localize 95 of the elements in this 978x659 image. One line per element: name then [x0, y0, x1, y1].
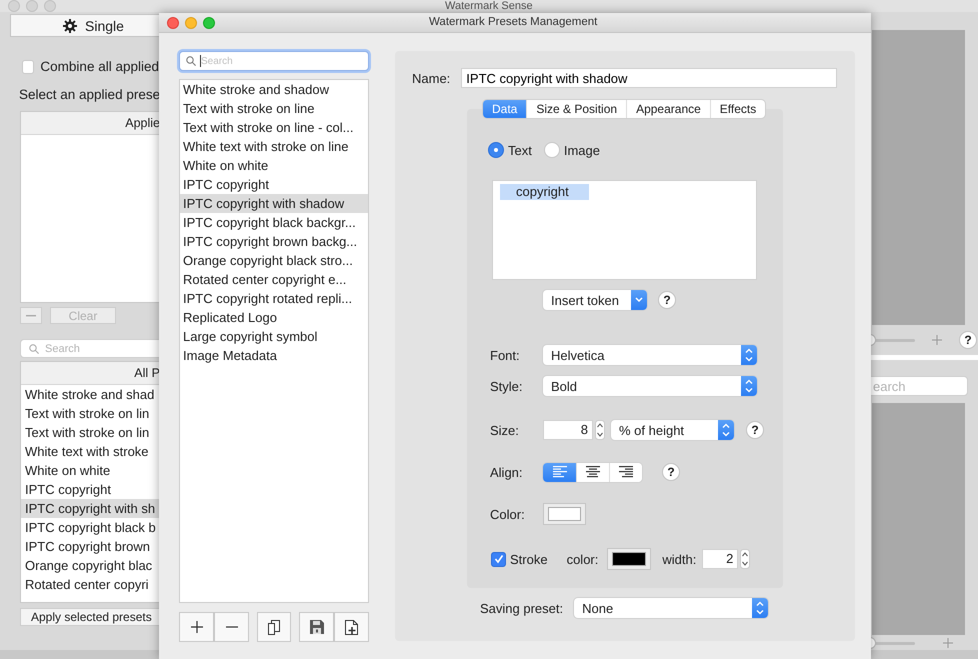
list-item[interactable]: Rotated center copyright e...: [180, 270, 368, 289]
tab[interactable]: Appearance: [626, 100, 710, 118]
field-label: Align:: [490, 464, 524, 480]
list-item[interactable]: White text with stroke: [21, 442, 160, 461]
list-item[interactable]: White text with stroke on line: [180, 137, 368, 156]
list-item[interactable]: Orange copyright blac: [21, 556, 160, 575]
radio-button[interactable]: [544, 142, 560, 158]
help-button[interactable]: ?: [658, 291, 676, 309]
plus-icon: [943, 638, 953, 648]
saving-preset-dropdown[interactable]: None: [574, 598, 768, 618]
list-item[interactable]: IPTC copyright black b: [21, 518, 160, 537]
search-icon: [186, 56, 196, 66]
duplicate-button[interactable]: [257, 612, 291, 642]
list-item[interactable]: Text with stroke on line - col...: [180, 118, 368, 137]
radio-button[interactable]: [488, 142, 504, 158]
list-item[interactable]: White on white: [21, 461, 160, 480]
window-control[interactable]: [203, 16, 215, 28]
unit-dropdown[interactable]: % of height: [611, 420, 734, 440]
list-item[interactable]: Large copyright symbol: [180, 327, 368, 346]
list-item[interactable]: White stroke and shadow: [180, 80, 368, 99]
tab[interactable]: Size & Position: [526, 100, 626, 118]
list-item[interactable]: White on white: [180, 156, 368, 175]
radio-label: Image: [564, 142, 600, 158]
list-item[interactable]: Replicated Logo: [180, 308, 368, 327]
checkbox-label: Stroke: [510, 552, 548, 566]
checkbox[interactable]: [22, 60, 34, 74]
field-label: Font:: [490, 348, 521, 362]
name-field[interactable]: IPTC copyright with shadow: [461, 68, 837, 88]
window-control[interactable]: [167, 16, 179, 28]
align-left-icon: [552, 466, 566, 478]
up-down-arrows-icon: [743, 378, 755, 394]
list-item[interactable]: IPTC copyright: [180, 175, 368, 194]
up-down-arrows-icon: [743, 347, 755, 363]
font-dropdown[interactable]: Helvetica: [543, 345, 757, 365]
color-well[interactable]: [607, 548, 652, 570]
help-button[interactable]: ?: [959, 331, 977, 349]
stepper-arrows-icon[interactable]: [740, 549, 750, 569]
size-field[interactable]: 8: [543, 420, 593, 440]
radio-label: Text: [508, 142, 532, 158]
align-right-icon: [619, 466, 633, 478]
field-label: Size:: [490, 422, 520, 438]
list-item[interactable]: IPTC copyright brown backg...: [180, 232, 368, 251]
text-field[interactable]: copyright: [492, 180, 757, 280]
column-header: All P: [21, 362, 160, 385]
list-item[interactable]: Text with stroke on line: [180, 99, 368, 118]
plus-icon: [932, 335, 942, 345]
add-button[interactable]: [179, 612, 214, 642]
checkbox[interactable]: [491, 552, 506, 566]
up-down-arrows-icon: [754, 600, 766, 616]
add-document-icon: [344, 620, 358, 634]
list-item[interactable]: White stroke and shad: [21, 385, 160, 404]
save-button[interactable]: [299, 612, 334, 642]
stepper-arrows-icon[interactable]: [595, 420, 605, 440]
list-item[interactable]: Orange copyright black stro...: [180, 251, 368, 270]
list-item[interactable]: Rotated center copyri: [21, 575, 160, 594]
list-item[interactable]: IPTC copyright with shadow: [180, 194, 368, 213]
field-label: color:: [566, 552, 598, 566]
align-button[interactable]: [609, 462, 642, 482]
width-field[interactable]: 2: [702, 549, 738, 569]
insert-token-button[interactable]: Insert token: [543, 290, 647, 310]
remove-button[interactable]: [20, 307, 42, 324]
prompt-text: Select an applied prese: [19, 87, 159, 102]
field-label: Name:: [412, 70, 450, 86]
field-label: Color:: [490, 506, 526, 522]
checkbox-label: Combine all applied: [40, 59, 159, 74]
list-item[interactable]: IPTC copyright rotated repli...: [180, 289, 368, 308]
plus-icon: [190, 621, 202, 633]
field-label: width:: [662, 552, 696, 566]
list-item[interactable]: IPTC copyright brown: [21, 537, 160, 556]
window-title: Watermark Sense: [445, 0, 533, 12]
field-label: Style:: [490, 378, 524, 394]
list-item[interactable]: Text with stroke on lin: [21, 404, 160, 423]
list-item[interactable]: Text with stroke on lin: [21, 423, 160, 442]
list-item[interactable]: IPTC copyright: [21, 480, 160, 499]
help-button[interactable]: ?: [662, 463, 680, 481]
color-well[interactable]: [543, 503, 586, 525]
window-title: Watermark Presets Management: [429, 16, 598, 28]
up-down-arrows-icon: [720, 422, 732, 438]
apply-button[interactable]: Apply selected presets: [20, 608, 159, 626]
list-item[interactable]: IPTC copyright with sh: [21, 499, 160, 518]
search-icon: [29, 344, 39, 354]
list-item[interactable]: Image Metadata: [180, 346, 368, 365]
new-document-button[interactable]: [334, 612, 369, 642]
help-button[interactable]: ?: [746, 421, 764, 439]
minus-icon: [26, 314, 36, 316]
align-center-icon: [586, 466, 600, 478]
style-dropdown[interactable]: Bold: [543, 376, 757, 396]
field-label: Saving preset:: [480, 600, 564, 616]
list-item[interactable]: IPTC copyright black backgr...: [180, 213, 368, 232]
gear-icon: [63, 18, 77, 32]
token-chip[interactable]: copyright: [500, 184, 589, 200]
minus-icon: [226, 626, 238, 628]
checkmark-icon: [494, 554, 504, 564]
column-header: Applie: [21, 112, 160, 135]
duplicate-icon: [268, 620, 280, 634]
